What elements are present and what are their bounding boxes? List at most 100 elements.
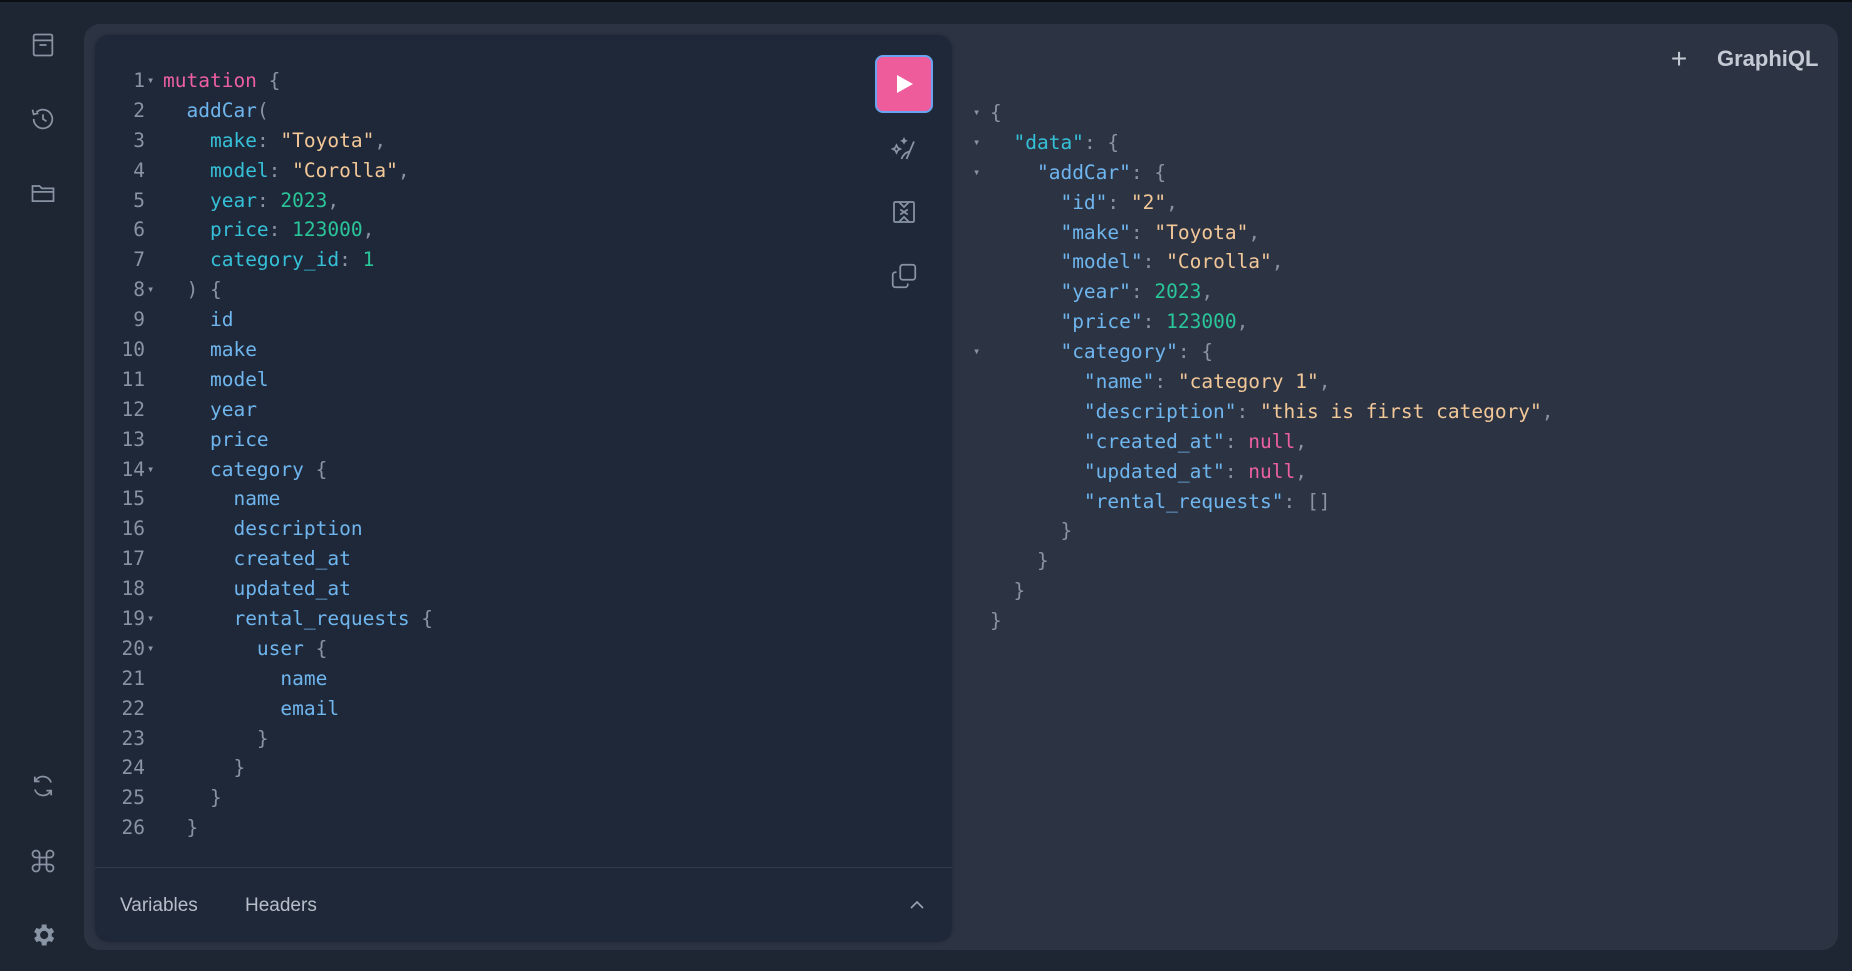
fold-toggle-icon[interactable]: ▾ bbox=[973, 98, 980, 128]
code-text: model bbox=[163, 365, 269, 395]
token-fld: year bbox=[209, 397, 257, 421]
history-icon[interactable] bbox=[24, 100, 62, 138]
token-brace: { bbox=[303, 457, 328, 481]
code-line: 22 email bbox=[95, 694, 895, 724]
token-num: 2023 bbox=[280, 188, 328, 212]
token-punc: : bbox=[1142, 310, 1167, 334]
token-fld: name bbox=[233, 487, 281, 511]
line-number: 16 bbox=[121, 517, 145, 541]
code-line: 20 ▾ user { bbox=[95, 634, 895, 664]
graphiql-logo: GraphiQL bbox=[1717, 46, 1819, 71]
fold-toggle-icon[interactable]: ▾ bbox=[147, 66, 154, 96]
token-fld: id bbox=[209, 308, 234, 332]
line-number: 13 bbox=[121, 427, 145, 451]
code-text: "updated_at": null, bbox=[990, 457, 1307, 487]
token-brace: } bbox=[256, 726, 269, 750]
fold-toggle-icon[interactable]: ▾ bbox=[147, 604, 154, 634]
code-line: } bbox=[960, 606, 1820, 636]
token-punc: : bbox=[1236, 399, 1261, 423]
code-text: rental_requests { bbox=[163, 604, 433, 634]
token-arg: model bbox=[209, 158, 269, 182]
code-text: "make": "Toyota", bbox=[990, 218, 1260, 248]
code-text: category { bbox=[163, 455, 327, 485]
token-fld: "category" bbox=[1060, 340, 1178, 364]
fold-toggle-icon[interactable]: ▾ bbox=[147, 634, 154, 664]
code-text: "name": "category 1", bbox=[990, 367, 1331, 397]
settings-icon[interactable] bbox=[24, 916, 62, 954]
code-text: make bbox=[163, 335, 257, 365]
token-punc: : bbox=[1142, 250, 1167, 274]
code-line: 4 model: "Corolla", bbox=[95, 156, 895, 186]
fold-toggle-icon[interactable]: ▾ bbox=[147, 275, 154, 305]
code-line: "description": "this is first category", bbox=[960, 397, 1820, 427]
token-str: "Corolla" bbox=[292, 158, 398, 182]
token-fld: description bbox=[233, 517, 363, 541]
code-text: "price": 123000, bbox=[990, 307, 1248, 337]
token-num: 123000 bbox=[1166, 310, 1237, 334]
fold-toggle-icon[interactable]: ▾ bbox=[973, 158, 980, 188]
fold-toggle-icon[interactable]: ▾ bbox=[973, 337, 980, 367]
prettify-button[interactable] bbox=[885, 130, 923, 168]
refetch-schema-icon[interactable] bbox=[24, 767, 62, 805]
token-fld: "addCar" bbox=[1036, 160, 1131, 184]
tab-variables[interactable]: Variables bbox=[120, 895, 198, 917]
code-text: make: "Toyota", bbox=[163, 126, 386, 156]
code-text: id bbox=[163, 305, 233, 335]
code-line: 11 model bbox=[95, 365, 895, 395]
token-punc: : bbox=[1130, 220, 1155, 244]
code-text: } bbox=[990, 516, 1072, 546]
code-text: "category": { bbox=[990, 337, 1213, 367]
fold-toggle-icon[interactable]: ▾ bbox=[973, 128, 980, 158]
code-text: { bbox=[990, 98, 1002, 128]
token-punc: , bbox=[1248, 220, 1261, 244]
code-line: ▾ "data": { bbox=[960, 128, 1820, 158]
line-number: 22 bbox=[121, 696, 145, 720]
code-line: "name": "category 1", bbox=[960, 367, 1820, 397]
line-number: 11 bbox=[121, 367, 145, 391]
token-fld: "model" bbox=[1060, 250, 1143, 274]
code-line: ▾ "category": { bbox=[960, 337, 1820, 367]
code-text: updated_at bbox=[163, 574, 350, 604]
token-punc: : bbox=[1224, 459, 1249, 483]
token-brace: } bbox=[1036, 549, 1049, 573]
line-number: 15 bbox=[121, 487, 145, 511]
token-fld: email bbox=[280, 696, 340, 720]
docs-icon[interactable] bbox=[24, 26, 62, 64]
token-brace: [] bbox=[1307, 489, 1331, 513]
shortcuts-icon[interactable] bbox=[24, 842, 62, 880]
result-viewer[interactable]: ▾{▾ "data": {▾ "addCar": { "id": "2", "m… bbox=[960, 98, 1820, 636]
token-num: 2023 bbox=[1154, 280, 1202, 304]
token-null: null bbox=[1248, 429, 1296, 453]
chevron-up-icon[interactable] bbox=[905, 893, 929, 917]
token-punc: : bbox=[1177, 340, 1202, 364]
code-line: 12 year bbox=[95, 395, 895, 425]
line-number: 12 bbox=[121, 397, 145, 421]
token-punc: : bbox=[1154, 370, 1178, 394]
merge-fragments-button[interactable] bbox=[885, 193, 923, 231]
code-text: price: 123000, bbox=[163, 215, 374, 245]
token-brace: ) { bbox=[186, 278, 222, 302]
tab-headers[interactable]: Headers bbox=[245, 895, 317, 917]
token-punc: : bbox=[1283, 489, 1307, 513]
add-tab-button[interactable]: + bbox=[1664, 44, 1694, 74]
explorer-icon[interactable] bbox=[24, 174, 62, 212]
line-number: 6 bbox=[133, 218, 145, 242]
token-punc: , bbox=[1236, 310, 1249, 334]
fold-toggle-icon[interactable]: ▾ bbox=[147, 455, 154, 485]
token-fld: name bbox=[280, 666, 328, 690]
token-brace: ( bbox=[256, 98, 269, 122]
token-str: "category 1" bbox=[1177, 370, 1319, 394]
code-line: } bbox=[960, 576, 1820, 606]
code-line: "id": "2", bbox=[960, 188, 1820, 218]
code-line: 16 description bbox=[95, 514, 895, 544]
prettify-icon bbox=[890, 137, 915, 160]
query-editor[interactable]: 1 ▾ mutation {2 addCar(3 make: "Toyota", 4 … bbox=[95, 66, 895, 843]
token-fld: created_at bbox=[233, 547, 351, 571]
code-line: 5 year: 2023, bbox=[95, 186, 895, 216]
token-brace: { bbox=[1107, 130, 1120, 154]
token-punc: , bbox=[327, 188, 340, 212]
token-punc: : bbox=[1107, 190, 1131, 214]
code-line: ▾ "addCar": { bbox=[960, 158, 1820, 188]
run-query-button[interactable] bbox=[875, 55, 933, 113]
copy-query-button[interactable] bbox=[885, 257, 923, 295]
